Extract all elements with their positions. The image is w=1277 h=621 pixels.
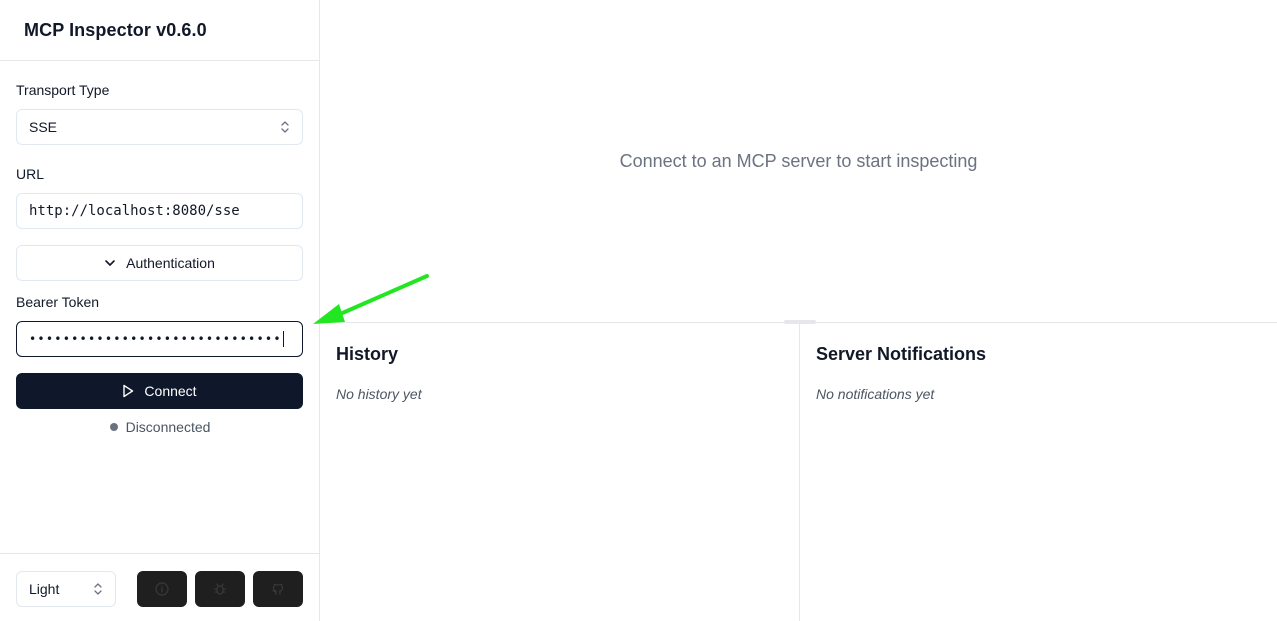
chevrons-up-down-icon <box>94 583 102 595</box>
sidebar-header: MCP Inspector v0.6.0 <box>0 0 319 61</box>
bearer-token-masked-value: •••••••••••••••••••••••••••••• <box>29 332 282 346</box>
empty-state-message: Connect to an MCP server to start inspec… <box>619 151 978 171</box>
chevrons-up-down-icon <box>281 121 289 133</box>
chevron-down-icon <box>105 260 115 266</box>
transport-type-label: Transport Type <box>16 82 110 98</box>
play-icon <box>123 384 134 398</box>
history-panel: History No history yet <box>320 323 800 621</box>
annotation-arrow-icon <box>313 274 429 324</box>
transport-type-select[interactable]: SSE <box>16 109 303 145</box>
authentication-label: Authentication <box>126 255 215 271</box>
bearer-token-label: Bearer Token <box>16 294 100 310</box>
connect-label: Connect <box>144 383 197 399</box>
url-input[interactable] <box>16 193 303 229</box>
sidebar: MCP Inspector v0.6.0 Transport Type SSE … <box>0 0 320 621</box>
history-title: History <box>336 344 399 364</box>
connect-button[interactable]: Connect <box>16 373 303 409</box>
history-empty-text: No history yet <box>336 386 422 402</box>
server-notifications-panel: Server Notifications No notifications ye… <box>800 323 1277 621</box>
authentication-toggle-button[interactable]: Authentication <box>16 245 303 281</box>
status-text: Disconnected <box>125 419 211 435</box>
text-cursor <box>282 331 284 347</box>
sidebar-footer: Light <box>0 553 320 621</box>
info-button[interactable] <box>137 571 187 607</box>
bug-report-button[interactable] <box>195 571 245 607</box>
info-icon <box>155 582 169 596</box>
bug-icon <box>213 583 227 595</box>
theme-select[interactable]: Light <box>16 571 116 607</box>
server-notifications-title: Server Notifications <box>816 344 987 364</box>
main-area: Connect to an MCP server to start inspec… <box>320 0 1277 621</box>
bearer-token-input[interactable]: •••••••••••••••••••••••••••••• <box>16 321 303 357</box>
notifications-empty-text: No notifications yet <box>816 386 935 402</box>
app-title: MCP Inspector v0.6.0 <box>24 19 207 40</box>
status-dot <box>109 423 118 431</box>
github-icon <box>272 583 284 596</box>
url-label: URL <box>16 166 45 182</box>
transport-type-value: SSE <box>29 119 58 135</box>
connection-status: Disconnected <box>0 419 320 435</box>
theme-value: Light <box>29 581 60 597</box>
github-button[interactable] <box>253 571 303 607</box>
